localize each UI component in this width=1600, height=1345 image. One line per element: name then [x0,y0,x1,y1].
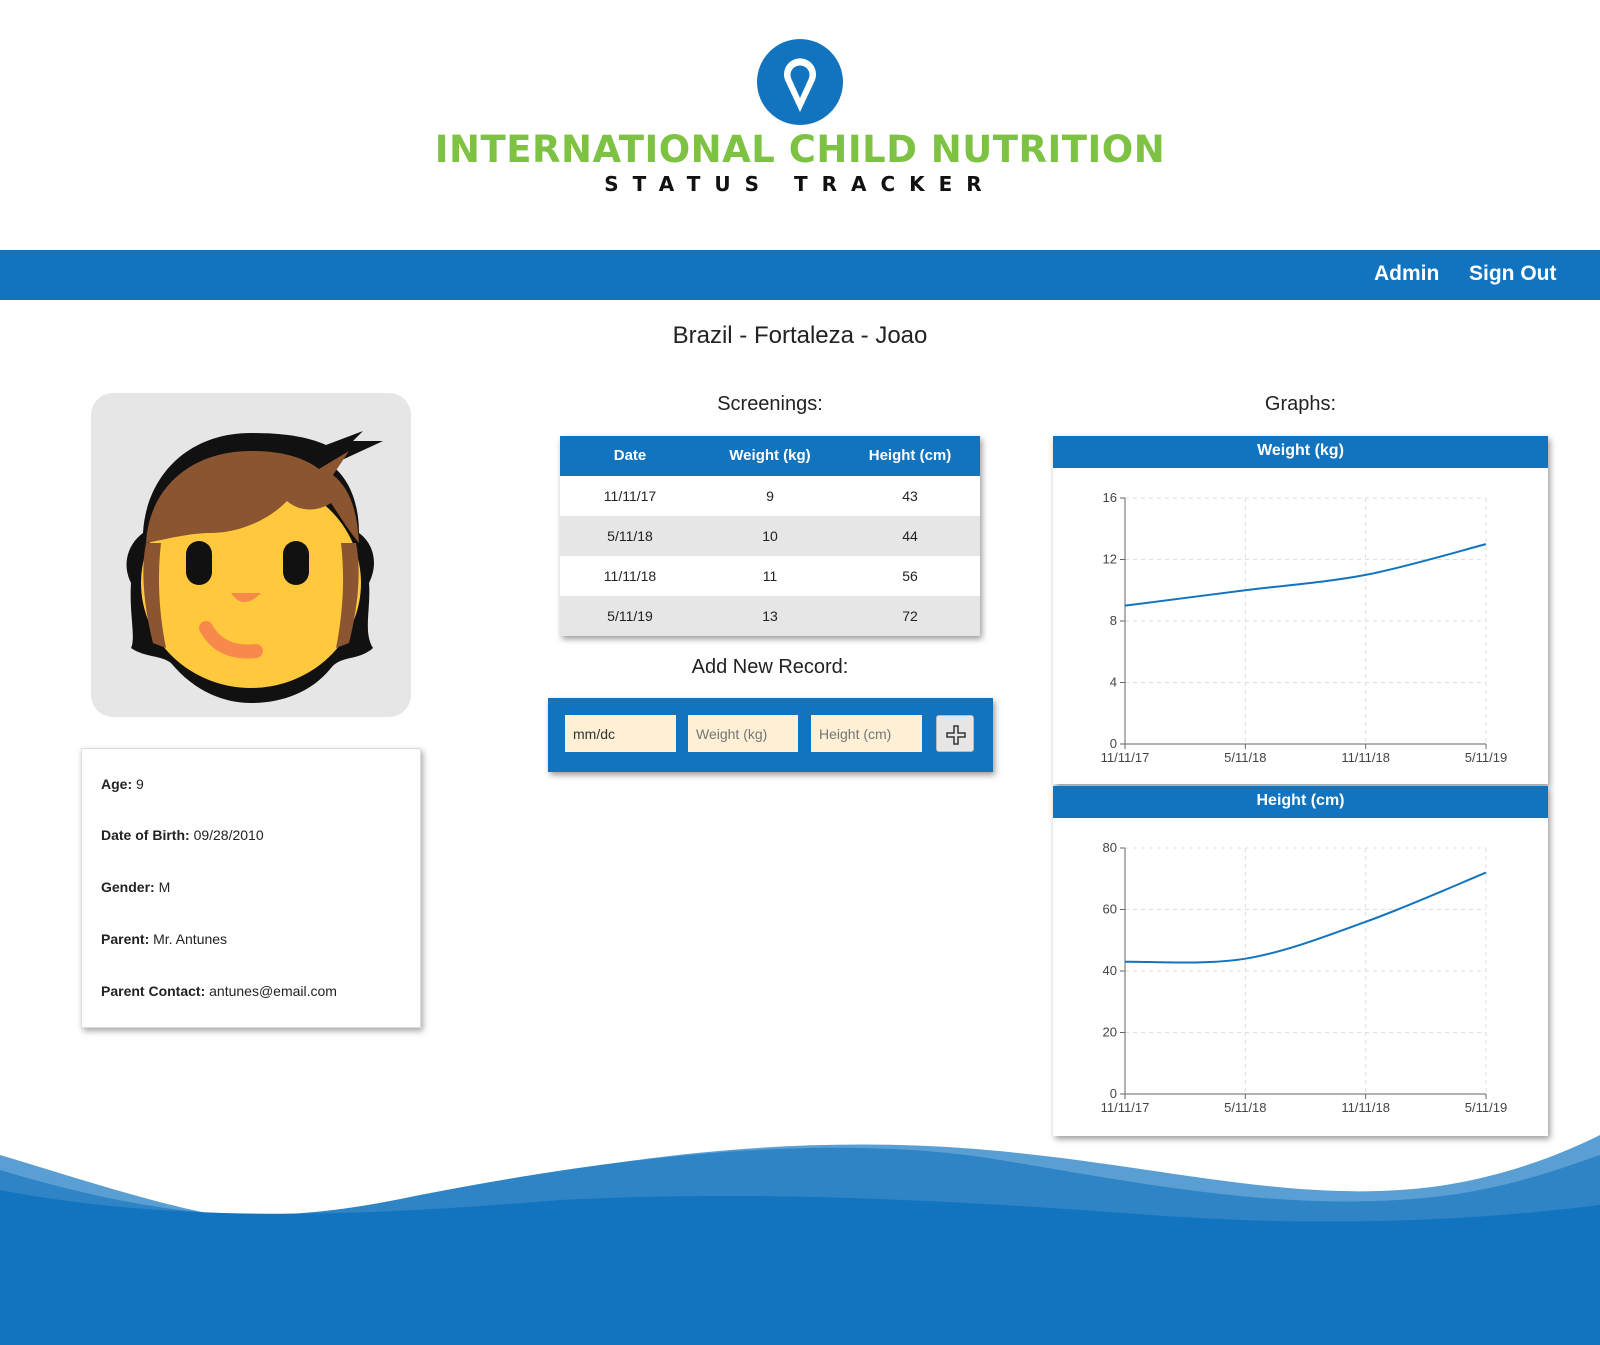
add-record-form [548,698,993,772]
height-chart-y-tick-label: 40 [1103,963,1117,978]
gender-value: M [158,879,171,895]
logo-title: INTERNATIONAL CHILD NUTRITION [434,128,1166,171]
height-chart: Height (cm) 0 20 40 60 80 11/11/17 5/11/18 11/1… [1053,786,1548,1136]
cell-height: 72 [902,608,918,624]
weight-chart-x-tick-label: 5/11/19 [1465,750,1507,765]
table-row: 11/11/18 11 56 [560,556,980,596]
cell-height: 44 [902,528,918,544]
dob-value: 09/28/2010 [193,827,264,843]
child-face-icon [126,431,383,703]
weight-chart-x-tick-label: 5/11/18 [1224,750,1266,765]
column-header-height: Height (cm) [868,447,952,464]
cell-weight: 9 [766,488,774,504]
child-avatar [91,393,411,717]
parent-row: Parent: Mr. Antunes [101,931,227,947]
cell-date: 5/11/18 [607,528,653,544]
add-record-button[interactable] [936,715,974,752]
cell-date: 5/11/19 [607,608,653,624]
add-record-heading: Add New Record: [691,656,849,678]
weight-chart-x-tick-label: 11/11/17 [1101,750,1150,765]
cell-weight: 13 [762,608,778,624]
parent-value: Mr. Antunes [153,931,228,947]
parent-label: Parent: [101,931,150,947]
page-title: Brazil - Fortaleza - Joao [672,322,928,349]
age-label: Age: [101,776,133,792]
height-chart-plot: 0 20 40 60 80 11/11/17 5/11/18 11/11/18 5/11/19 [1101,840,1508,1115]
admin-link[interactable]: Admin [1374,262,1439,286]
wave-decoration [0,1135,1600,1345]
graphs-heading: Graphs: [1264,393,1337,415]
parent-contact-row: Parent Contact: antunes@email.com [101,983,337,999]
screenings-heading: Screenings: [717,393,823,415]
cell-height: 43 [902,488,918,504]
age-row: Age: 9 [101,776,144,792]
age-value: 9 [136,776,144,792]
logo-subtitle: STATUS TRACKER [604,172,996,196]
height-input[interactable] [811,715,922,752]
cell-weight: 11 [762,568,778,584]
parent-contact-value: antunes@email.com [209,983,337,999]
cell-height: 56 [902,568,918,584]
gender-row: Gender: M [101,879,170,895]
parent-contact-label: Parent Contact: [101,983,206,999]
height-chart-title: Height (cm) [1053,786,1548,818]
sign-out-link[interactable]: Sign Out [1469,262,1557,286]
dob-label: Date of Birth: [101,827,190,843]
weight-chart-x-tick-label: 11/11/18 [1341,750,1390,765]
height-chart-y-tick-label: 20 [1103,1025,1117,1040]
site-header: INTERNATIONAL CHILD NUTRITION STATUS TRA… [0,0,1600,250]
screenings-table: Date Weight (kg) Height (cm) 11/11/17 9 … [560,436,980,636]
gender-label: Gender: [101,879,155,895]
column-header-date: Date [613,447,647,464]
nav-bar: Admin Sign Out [0,250,1600,300]
height-chart-x-tick-label: 5/11/18 [1224,1100,1266,1115]
cell-date: 11/11/18 [603,568,657,584]
table-row: 5/11/19 13 72 [560,596,980,636]
cell-weight: 10 [762,528,778,544]
table-row: 5/11/18 10 44 [560,516,980,556]
height-chart-y-tick-label: 80 [1103,840,1117,855]
column-header-weight: Weight (kg) [729,447,811,464]
height-chart-series-line [1124,871,1487,964]
table-row: 11/11/17 9 43 [560,476,980,516]
weight-chart-plot: 0 4 8 12 16 11/11/17 5/11/18 11/11/18 5/11/19 [1101,490,1508,765]
dob-row: Date of Birth: 09/28/2010 [101,827,264,843]
weight-chart-y-tick-label: 12 [1103,552,1117,567]
weight-chart-y-tick-label: 16 [1103,490,1117,505]
weight-chart-title: Weight (kg) [1053,436,1548,468]
weight-chart-series-line [1124,543,1487,607]
height-chart-x-tick-label: 5/11/19 [1465,1100,1507,1115]
child-info-card: Age: 9 Date of Birth: 09/28/2010 Gender:… [81,748,421,1028]
date-input[interactable] [565,715,676,752]
weight-input[interactable] [688,715,798,752]
weight-chart-y-tick-label: 0 [1110,736,1117,751]
plus-icon [946,725,966,745]
height-chart-x-tick-label: 11/11/18 [1341,1100,1390,1115]
weight-chart-y-tick-label: 8 [1110,613,1117,628]
weight-chart-y-tick-label: 4 [1110,675,1117,690]
height-chart-y-tick-label: 60 [1103,902,1117,917]
location-pin-logo-icon [757,39,843,125]
cell-date: 11/11/17 [603,488,657,504]
height-chart-x-tick-label: 11/11/17 [1101,1100,1150,1115]
weight-chart: Weight (kg) 0 4 8 12 16 11/11/17 5/11/18 11/11/… [1053,436,1548,784]
height-chart-y-tick-label: 0 [1110,1086,1117,1101]
table-header: Date Weight (kg) Height (cm) [560,436,980,476]
